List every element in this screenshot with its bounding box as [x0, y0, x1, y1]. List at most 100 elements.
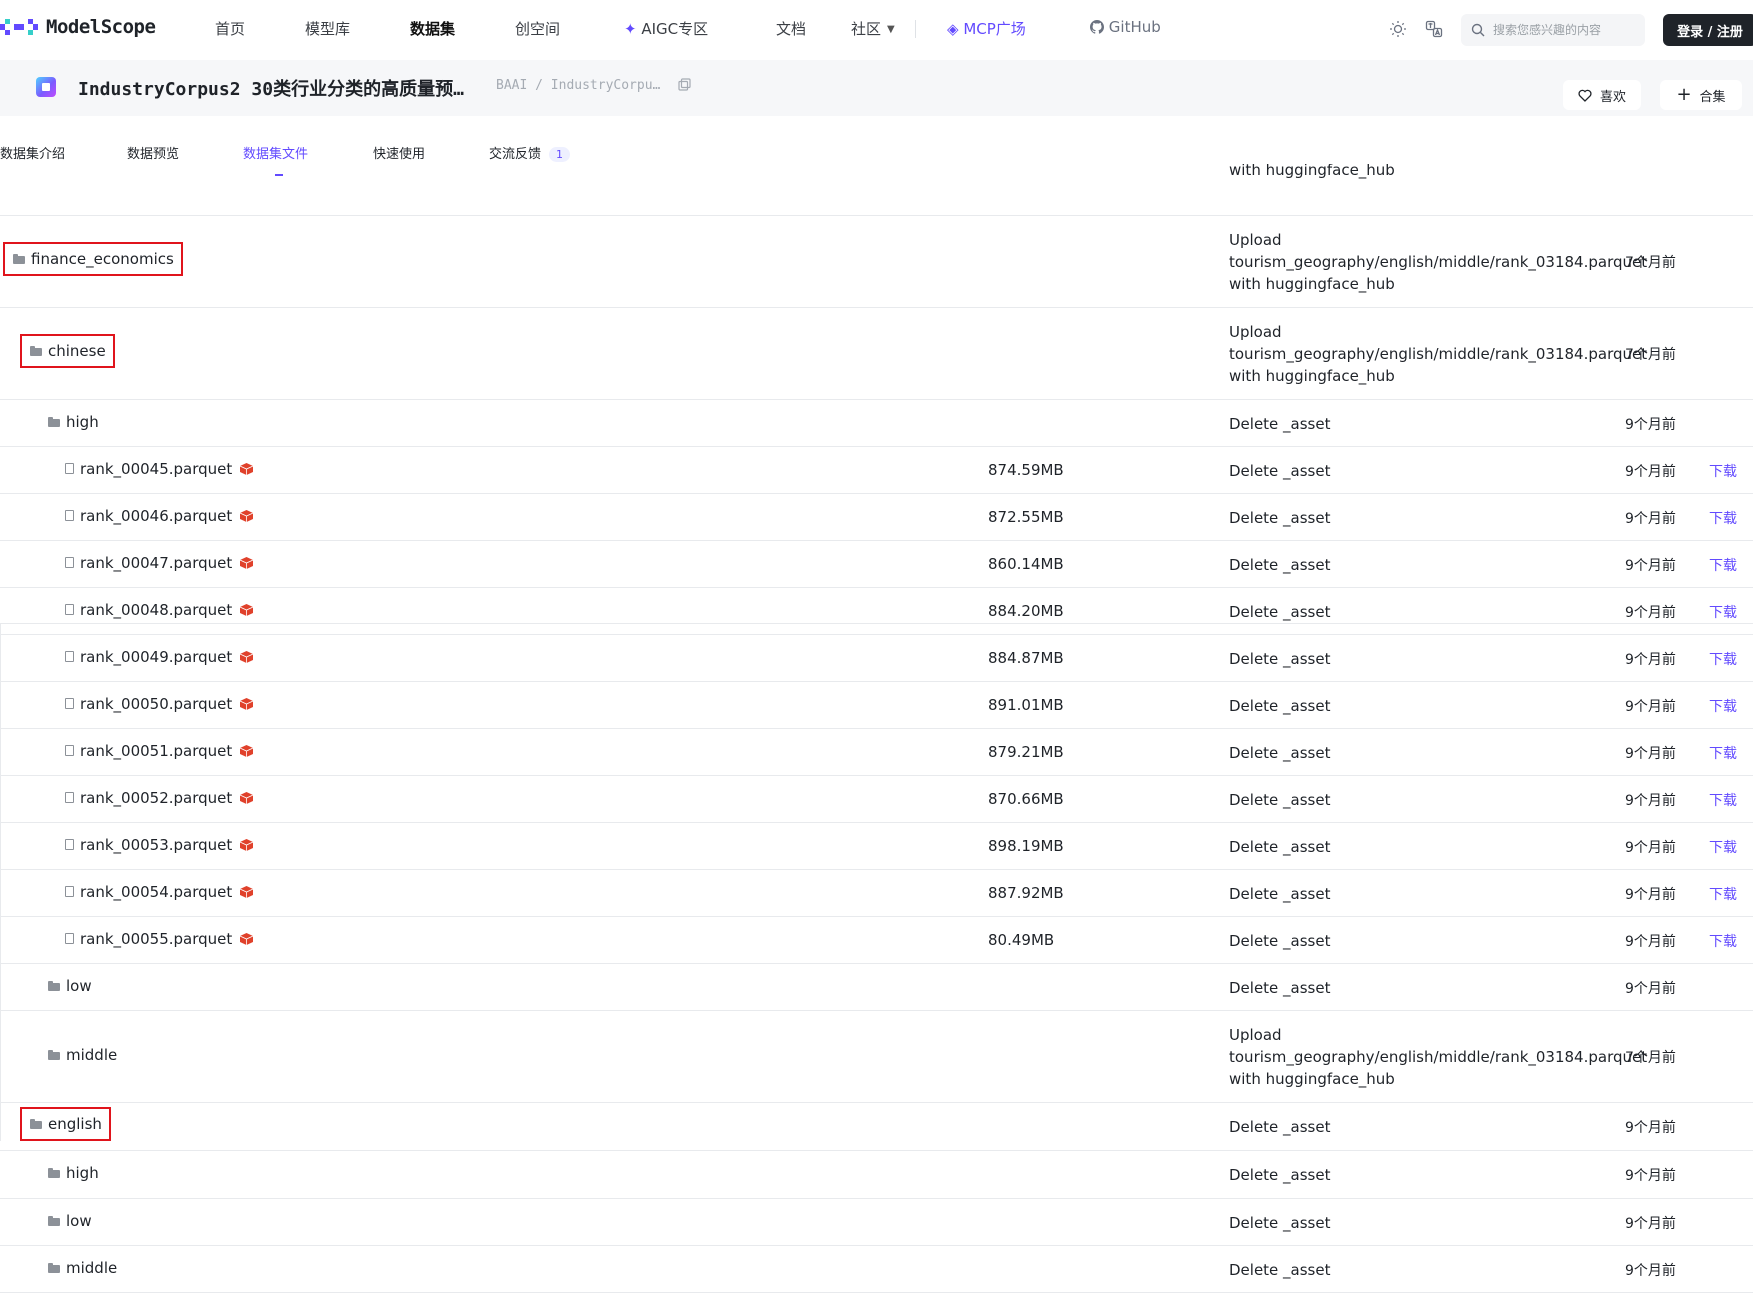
updated-time: 7个月前 [1625, 255, 1676, 271]
download-link[interactable]: 下载 [1709, 602, 1737, 622]
file-row[interactable]: rank_00053.parquet 898.19MB Delete _asset 9… [0, 823, 1753, 870]
folder-name[interactable]: english [20, 1107, 111, 1141]
lfs-icon [240, 556, 254, 569]
sun-icon [1390, 21, 1406, 37]
folder-row[interactable]: english Delete _asset 9个月前 [0, 1103, 1753, 1151]
file-row[interactable]: rank_00055.parquet 80.49MB Delete _asset 9个… [0, 917, 1753, 964]
commit-message: with huggingface_hub [1229, 164, 1395, 179]
folder-row[interactable]: high Delete _asset 9个月前 [0, 1151, 1753, 1199]
like-button[interactable]: 喜欢 [1563, 80, 1641, 110]
download-link[interactable]: 下载 [1709, 555, 1737, 575]
folder-name[interactable]: middle [48, 1046, 117, 1064]
commit-message: Delete _asset [1229, 414, 1331, 433]
add-collection-button[interactable]: + 合集 [1660, 80, 1742, 110]
nav-mcp[interactable]: ◈ MCP广场 [947, 18, 1026, 39]
modelscope-logo[interactable]: ModelScope [0, 16, 156, 38]
heart-icon [1578, 89, 1592, 102]
download-link[interactable]: 下载 [1709, 461, 1737, 481]
file-row[interactable]: rank_00046.parquet 872.55MB Delete _asset 9… [0, 494, 1753, 541]
commit-message: Delete _asset [1229, 978, 1331, 997]
folder-icon [48, 1215, 60, 1226]
file-row[interactable]: rank_00052.parquet 870.66MB Delete _asset 9… [0, 776, 1753, 823]
nav-datasets[interactable]: 数据集 [410, 18, 455, 39]
folder-row[interactable]: low Delete _asset 9个月前 [0, 964, 1753, 1011]
file-name[interactable]: rank_00048.parquet [65, 601, 254, 619]
file-size: 884.87MB [988, 648, 1064, 667]
download-link[interactable]: 下载 [1709, 743, 1737, 763]
commit-message: Delete _asset [1229, 649, 1331, 668]
folder-row[interactable]: finance_economics Upload tourism_geography… [0, 216, 1753, 308]
folder-row[interactable]: low Delete _asset 9个月前 [0, 1199, 1753, 1246]
folder-name[interactable]: high [48, 1164, 99, 1182]
download-link[interactable]: 下载 [1709, 884, 1737, 904]
dataset-path[interactable]: BAAI / IndustryCorpu… [496, 78, 660, 93]
nav-home[interactable]: 首页 [215, 18, 245, 39]
folder-name[interactable]: high [48, 413, 99, 431]
nav-docs[interactable]: 文档 [776, 18, 806, 39]
tab-feedback-label: 交流反馈 [489, 147, 542, 162]
login-register-button[interactable]: 登录 / 注册 [1663, 14, 1753, 46]
file-row[interactable]: rank_00050.parquet 891.01MB Delete _asset 9… [0, 682, 1753, 729]
nav-github[interactable]: GitHub [1090, 18, 1161, 36]
file-name[interactable]: rank_00055.parquet [65, 930, 254, 948]
tab-feedback[interactable]: 交流反馈 1 [489, 143, 571, 162]
folder-row[interactable]: high Delete _asset 9个月前 [0, 400, 1753, 447]
nav-aigc-label: AIGC专区 [641, 20, 709, 38]
file-name[interactable]: rank_00049.parquet [65, 648, 254, 666]
folder-name[interactable]: chinese [20, 334, 115, 368]
file-size: 80.49MB [988, 930, 1055, 949]
folder-name[interactable]: middle [48, 1259, 117, 1277]
folder-row[interactable]: middle Upload tourism_geography/english/mi… [0, 1011, 1753, 1103]
file-name[interactable]: rank_00054.parquet [65, 883, 254, 901]
folder-name[interactable]: low [48, 977, 92, 995]
file-icon [65, 463, 74, 474]
file-name[interactable]: rank_00045.parquet [65, 460, 254, 478]
download-link[interactable]: 下载 [1709, 649, 1737, 669]
commit-message: Delete _asset [1229, 837, 1331, 856]
nav-divider [915, 20, 916, 38]
file-name[interactable]: rank_00046.parquet [65, 507, 254, 525]
folder-row[interactable]: chinese Upload tourism_geography/english/m… [0, 308, 1753, 400]
tab-files[interactable]: 数据集文件 [243, 143, 308, 176]
file-size: 860.14MB [988, 554, 1064, 573]
download-link[interactable]: 下载 [1709, 508, 1737, 528]
tab-preview[interactable]: 数据预览 [127, 143, 179, 162]
file-row[interactable]: rank_00047.parquet 860.14MB Delete _asset 9… [0, 541, 1753, 588]
file-name[interactable]: rank_00051.parquet [65, 742, 254, 760]
nav-community[interactable]: 社区 ▼ [851, 18, 895, 39]
file-row[interactable]: rank_00054.parquet 887.92MB Delete _asset 9… [0, 870, 1753, 917]
download-link[interactable]: 下载 [1709, 931, 1737, 951]
nav-studios[interactable]: 创空间 [515, 18, 560, 39]
file-size: 898.19MB [988, 836, 1064, 855]
lfs-icon [240, 838, 254, 851]
download-link[interactable]: 下载 [1709, 696, 1737, 716]
file-name[interactable]: rank_00050.parquet [65, 695, 254, 713]
folder-name[interactable]: finance_economics [3, 242, 183, 276]
search-input[interactable] [1491, 22, 1635, 38]
lfs-icon [240, 603, 254, 616]
item-name: high [66, 412, 99, 431]
item-name: middle [66, 1046, 118, 1064]
file-name[interactable]: rank_00053.parquet [65, 836, 254, 854]
item-name: low [66, 976, 92, 995]
search-box[interactable] [1461, 14, 1645, 46]
tab-intro[interactable]: 数据集介绍 [0, 143, 65, 162]
folder-row[interactable]: middle Delete _asset 9个月前 [0, 1246, 1753, 1293]
download-link[interactable]: 下载 [1709, 790, 1737, 810]
nav-aigc[interactable]: ✦ AIGC专区 [624, 18, 708, 39]
nav-models[interactable]: 模型库 [305, 18, 350, 39]
copy-icon[interactable] [678, 78, 691, 91]
feedback-count-badge: 1 [549, 147, 571, 162]
tab-quickstart[interactable]: 快速使用 [373, 143, 425, 162]
folder-name[interactable]: low [48, 1212, 92, 1230]
download-link[interactable]: 下载 [1709, 837, 1737, 857]
file-row[interactable]: rank_00051.parquet 879.21MB Delete _asset 9… [0, 729, 1753, 776]
theme-toggle-button[interactable] [1386, 17, 1410, 41]
language-switch-button[interactable] [1422, 17, 1446, 41]
file-name[interactable]: rank_00047.parquet [65, 554, 254, 572]
file-row[interactable]: rank_00048.parquet 884.20MB Delete _asset 9… [0, 588, 1753, 635]
file-row[interactable]: rank_00045.parquet 874.59MB Delete _asset 9… [0, 447, 1753, 494]
file-row[interactable]: rank_00049.parquet 884.87MB Delete _asset 9… [0, 635, 1753, 682]
item-name: high [66, 1164, 99, 1182]
file-name[interactable]: rank_00052.parquet [65, 789, 254, 807]
